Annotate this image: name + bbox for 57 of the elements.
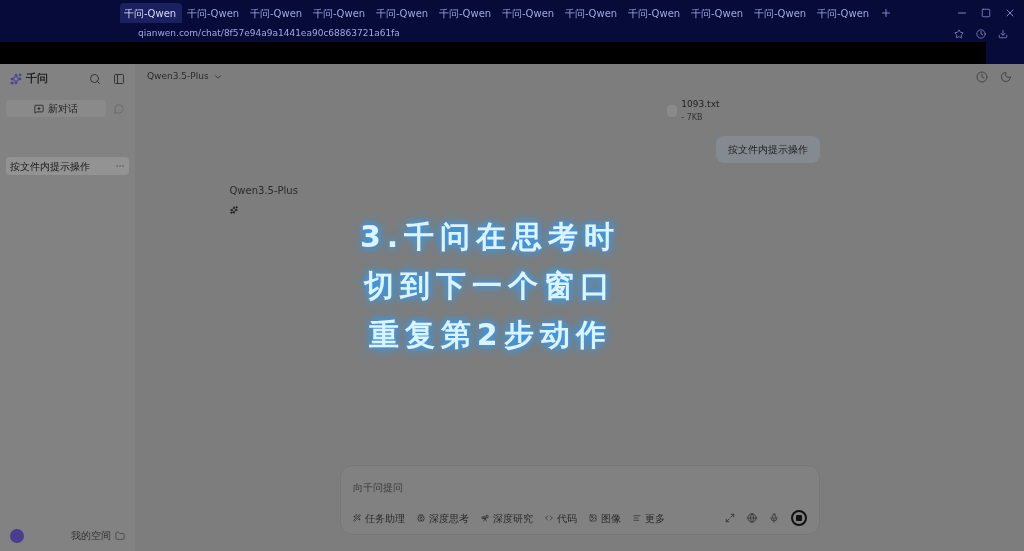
chevron-down-icon [212,72,223,82]
browser-tab[interactable]: 千问-Qwen [435,3,497,23]
tool-icon [545,514,553,522]
new-tab-icon[interactable] [880,7,892,19]
browser-tab[interactable]: 千问-Qwen [498,3,560,23]
tool-icon [417,514,425,522]
stop-icon [796,515,802,521]
browser-tab[interactable]: 千问-Qwen [813,3,875,23]
folder-icon[interactable] [115,530,125,541]
assistant-model-name: Qwen3.5-Plus [229,183,299,198]
browser-tab[interactable]: 千问-Qwen [561,3,623,23]
caption-text: 重复第2步动作 [368,316,612,354]
search-icon[interactable] [89,73,101,85]
star-icon[interactable] [954,29,964,39]
tool-icon [589,514,597,522]
globe-icon[interactable] [747,513,757,523]
new-chat-icon [34,103,44,114]
thinking-icon [229,205,238,214]
stop-button[interactable] [791,510,807,526]
browser-tab[interactable]: 千问-Qwen [750,3,812,23]
tool-icon [353,514,361,522]
model-selector[interactable]: Qwen3.5-Plus [147,70,223,84]
tool-button[interactable]: 任务助理 [353,510,405,526]
tool-button[interactable]: 图像 [589,510,621,526]
browser-tab[interactable]: 千问-Qwen [246,3,308,23]
browser-tab[interactable]: 千问-Qwen [309,3,371,23]
file-name[interactable]: 1093.txt [681,98,720,112]
logo-text: 千问 [26,70,48,87]
tool-icon [633,514,641,522]
maximize-icon[interactable] [981,8,991,18]
file-size: - 7KB [681,111,704,124]
tool-button[interactable]: 更多 [633,510,665,526]
history-item[interactable]: 按文件内提示操作 [6,157,129,175]
browser-tab[interactable]: 千问-Qwen [372,3,434,23]
browser-tab[interactable]: 千问-Qwen [687,3,749,23]
tool-button[interactable]: 深度思考 [417,510,469,526]
tool-button[interactable]: 代码 [545,510,577,526]
sidebar-toggle-icon[interactable] [113,73,125,85]
browser-tab[interactable]: 千问-Qwen [624,3,686,23]
user-message: 按文件内提示操作 [715,135,820,163]
caption-text: 切到下一个窗口 [364,267,617,305]
history-icon[interactable] [976,29,986,39]
new-chat-button[interactable]: 新对话 [6,100,106,117]
moon-icon[interactable] [1000,71,1012,83]
avatar[interactable] [10,528,24,543]
download-icon[interactable] [998,29,1008,39]
tool-icon [481,514,489,522]
expand-icon[interactable] [725,513,735,523]
microphone-icon[interactable] [769,513,779,523]
caption-text: 3.千问在思考时 [360,218,621,256]
tool-button[interactable]: 深度研究 [481,510,533,526]
url-text[interactable]: qianwen.com/chat/8f57e94a9a1441ea90c68863721a61fa [138,27,400,41]
browser-tab[interactable]: 千问-Qwen [120,3,182,23]
logo-icon [10,73,22,85]
browser-tab[interactable]: 千问-Qwen [183,3,245,23]
close-icon[interactable] [1004,7,1016,19]
clock-icon[interactable] [976,71,988,83]
